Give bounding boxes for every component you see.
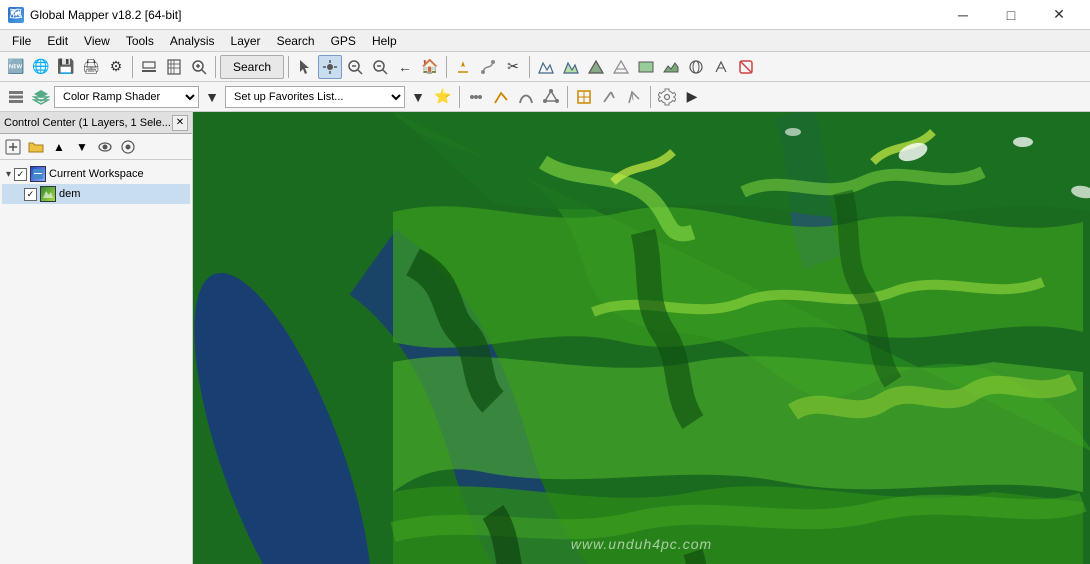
config-button[interactable]: ⚙ xyxy=(104,55,128,79)
path-tool-1[interactable] xyxy=(489,85,513,109)
menu-help[interactable]: Help xyxy=(364,30,405,51)
favorites-select[interactable]: Set up Favorites List... xyxy=(225,86,405,108)
control-center-close-button[interactable]: ✕ xyxy=(172,115,188,131)
title-bar: 🗺 Global Mapper v18.2 [64-bit] ─ □ ✕ xyxy=(0,0,1090,30)
control-center-toolbar: ▲ ▼ xyxy=(0,134,192,160)
terrain-btn-1[interactable] xyxy=(534,55,558,79)
terrain-btn-4[interactable] xyxy=(609,55,633,79)
layer-list-button[interactable] xyxy=(4,85,28,109)
shader-dropdown[interactable]: ▼ xyxy=(200,85,224,109)
menu-file[interactable]: File xyxy=(4,30,39,51)
pan-tool-button[interactable] xyxy=(318,55,342,79)
menu-tools[interactable]: Tools xyxy=(118,30,162,51)
app-title: Global Mapper v18.2 [64-bit] xyxy=(30,8,181,22)
layer-tree: ▾ ✓ Current Workspace ✓ dem xyxy=(0,160,192,564)
menu-edit[interactable]: Edit xyxy=(39,30,76,51)
zoom-out-button[interactable] xyxy=(368,55,392,79)
print-button[interactable]: 🖨 xyxy=(79,55,103,79)
menu-layer[interactable]: Layer xyxy=(223,30,269,51)
layer-stack-button[interactable] xyxy=(29,85,53,109)
dem-layer-icon xyxy=(40,186,56,202)
draw-tool-1[interactable] xyxy=(572,85,596,109)
back-button[interactable]: ← xyxy=(393,55,417,79)
shader-select[interactable]: Color Ramp Shader Hillshade Slope Aspect xyxy=(54,86,199,108)
separator-5 xyxy=(529,56,530,78)
path-tool-3[interactable] xyxy=(539,85,563,109)
cc-move-up-button[interactable]: ▲ xyxy=(48,137,70,157)
workspace-icon xyxy=(30,166,46,182)
terrain-visualization xyxy=(193,112,1090,564)
save-button[interactable]: 💾 xyxy=(54,55,78,79)
close-button[interactable]: ✕ xyxy=(1036,0,1082,30)
dem-layer-checkbox[interactable]: ✓ xyxy=(24,188,37,201)
new-button[interactable]: 🆕 xyxy=(4,55,28,79)
layer-row-dem[interactable]: ✓ dem xyxy=(2,184,190,204)
draw-tool-3[interactable] xyxy=(622,85,646,109)
more-button[interactable]: ▶ xyxy=(680,85,704,109)
cc-add-button[interactable] xyxy=(2,137,24,157)
favorites-star-button[interactable]: ⭐ xyxy=(431,85,455,109)
separator-t2-1 xyxy=(459,86,460,108)
menu-gps[interactable]: GPS xyxy=(323,30,364,51)
cc-move-down-button[interactable]: ▼ xyxy=(71,137,93,157)
app-icon: 🗺 xyxy=(8,7,24,23)
terrain-btn-6[interactable] xyxy=(659,55,683,79)
map-canvas[interactable]: www.unduh4pc.com xyxy=(193,112,1090,564)
open-web-button[interactable]: 🌐 xyxy=(29,55,53,79)
menu-analysis[interactable]: Analysis xyxy=(162,30,223,51)
select-tool-button[interactable] xyxy=(293,55,317,79)
home-button[interactable]: 🏠 xyxy=(418,55,442,79)
view-dots-button[interactable] xyxy=(464,85,488,109)
separator-3 xyxy=(288,56,289,78)
draw-tool-2[interactable] xyxy=(597,85,621,109)
main-content: Control Center (1 Layers, 1 Sele... ✕ ▲ … xyxy=(0,112,1090,564)
terrain-btn-3[interactable] xyxy=(584,55,608,79)
separator-t2-3 xyxy=(650,86,651,108)
cc-eye-button[interactable] xyxy=(94,137,116,157)
settings-tool[interactable] xyxy=(655,85,679,109)
terrain-btn-5[interactable] xyxy=(634,55,658,79)
zoom-in-button[interactable] xyxy=(187,55,211,79)
separator-1 xyxy=(132,56,133,78)
toolbar-row-2: Color Ramp Shader Hillshade Slope Aspect… xyxy=(0,82,1090,112)
separator-2 xyxy=(215,56,216,78)
title-bar-left: 🗺 Global Mapper v18.2 [64-bit] xyxy=(8,7,181,23)
search-button[interactable]: Search xyxy=(220,55,284,79)
cut-button[interactable]: ✂ xyxy=(501,55,525,79)
menu-search[interactable]: Search xyxy=(269,30,323,51)
toolbar-row-1: 🆕 🌐 💾 🖨 ⚙ Search ← 🏠 ✂ xyxy=(0,52,1090,82)
path-tool-2[interactable] xyxy=(514,85,538,109)
control-center-title: Control Center (1 Layers, 1 Sele... xyxy=(4,117,171,129)
control-center: Control Center (1 Layers, 1 Sele... ✕ ▲ … xyxy=(0,112,193,564)
draw-line-button[interactable] xyxy=(476,55,500,79)
workspace-row[interactable]: ▾ ✓ Current Workspace xyxy=(2,164,190,184)
menu-view[interactable]: View xyxy=(76,30,118,51)
draw-point-button[interactable] xyxy=(451,55,475,79)
workspace-expand-arrow: ▾ xyxy=(6,169,11,180)
control-center-header: Control Center (1 Layers, 1 Sele... ✕ xyxy=(0,112,192,134)
digitize-button[interactable] xyxy=(162,55,186,79)
terrain-btn-2[interactable] xyxy=(559,55,583,79)
zoom-rect-button[interactable] xyxy=(343,55,367,79)
terrain-btn-7[interactable] xyxy=(684,55,708,79)
menu-bar: File Edit View Tools Analysis Layer Sear… xyxy=(0,30,1090,52)
minimize-button[interactable]: ─ xyxy=(940,0,986,30)
cc-options-button[interactable] xyxy=(117,137,139,157)
favorites-dropdown[interactable]: ▼ xyxy=(406,85,430,109)
dem-layer-label: dem xyxy=(59,188,80,200)
separator-4 xyxy=(446,56,447,78)
edit-button[interactable] xyxy=(137,55,161,79)
separator-t2-2 xyxy=(567,86,568,108)
workspace-label: Current Workspace xyxy=(49,168,144,180)
workspace-checkbox[interactable]: ✓ xyxy=(14,168,27,181)
cc-folder-button[interactable] xyxy=(25,137,47,157)
terrain-btn-9[interactable] xyxy=(734,55,758,79)
maximize-button[interactable]: □ xyxy=(988,0,1034,30)
terrain-btn-8[interactable] xyxy=(709,55,733,79)
title-bar-controls: ─ □ ✕ xyxy=(940,0,1082,30)
